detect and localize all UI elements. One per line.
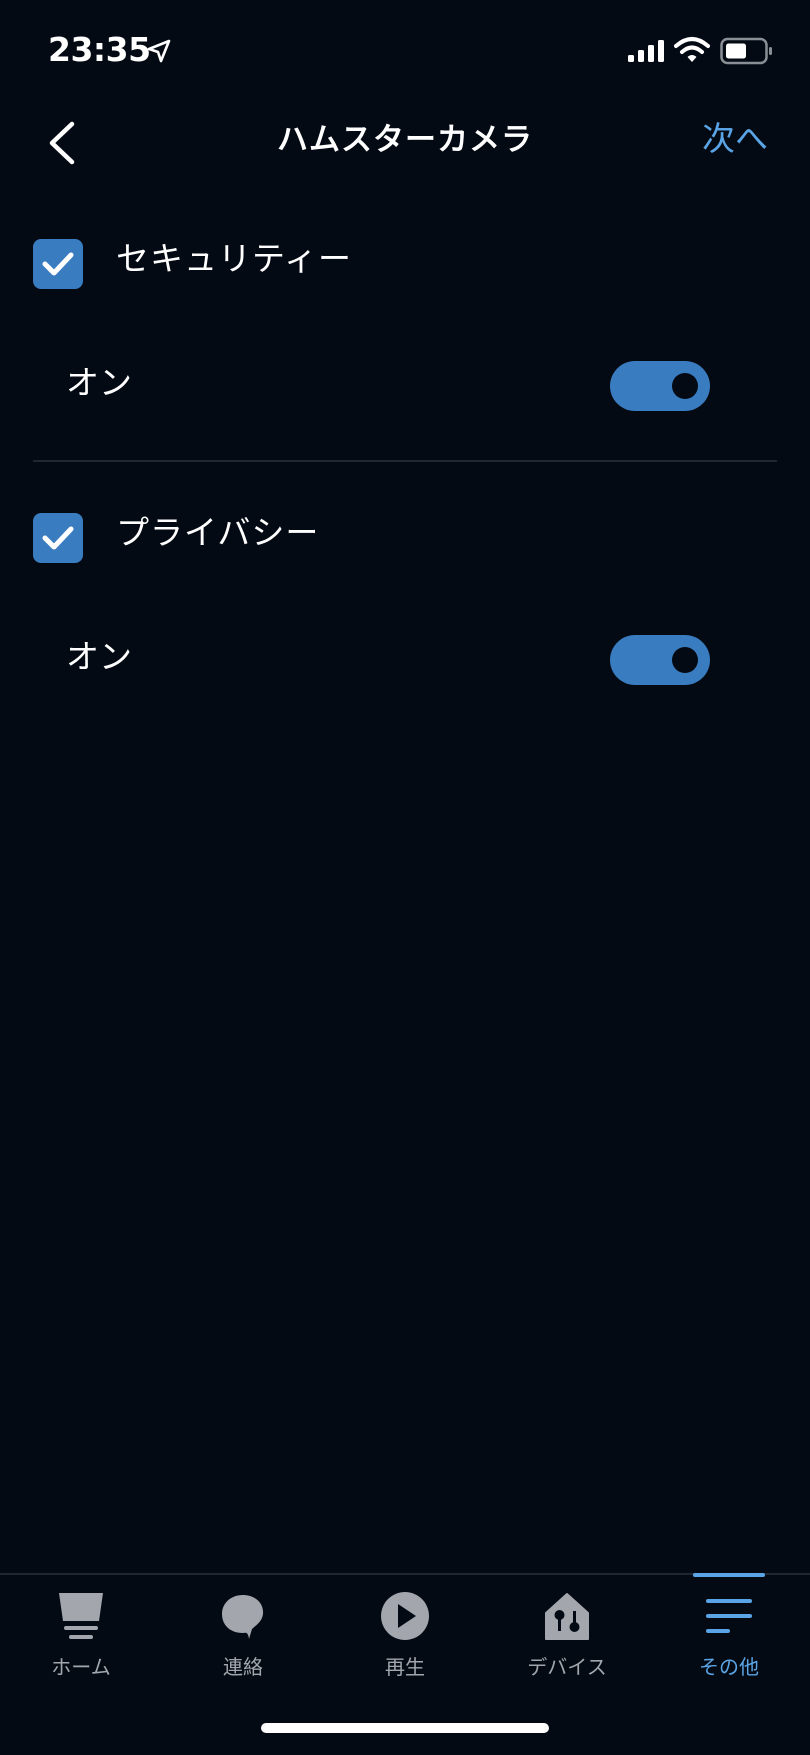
location-arrow-icon (147, 39, 171, 63)
tab-contact[interactable]: 連絡 (162, 1575, 324, 1695)
status-time: 23:35 (48, 30, 151, 69)
security-on-label: オン (66, 363, 132, 402)
tab-home[interactable]: ホーム (0, 1575, 162, 1695)
privacy-toggle[interactable] (610, 635, 710, 685)
toggle-knob (672, 373, 698, 399)
home-icon (59, 1593, 103, 1639)
privacy-title: プライバシー (116, 513, 320, 552)
menu-icon (706, 1599, 752, 1633)
signal-icon (628, 40, 664, 62)
play-icon (381, 1592, 429, 1640)
page-title: ハムスターカメラ (277, 122, 533, 158)
privacy-on-label: オン (66, 637, 132, 676)
chat-bubble-icon (222, 1595, 264, 1639)
tab-label: 再生 (385, 1655, 425, 1679)
status-bar: 23:35 (0, 0, 810, 100)
security-title: セキュリティー (116, 239, 353, 278)
next-button[interactable]: 次へ (702, 112, 768, 160)
devices-icon (545, 1593, 589, 1640)
toggle-knob (672, 647, 698, 673)
back-button[interactable] (40, 118, 90, 168)
tab-label: デバイス (527, 1655, 607, 1679)
checkmark-icon (42, 526, 74, 550)
privacy-checkbox[interactable] (33, 513, 83, 563)
battery-icon (720, 37, 772, 65)
security-checkbox[interactable] (33, 239, 83, 289)
tab-label: その他 (699, 1655, 759, 1679)
tab-devices[interactable]: デバイス (486, 1575, 648, 1695)
section-divider (33, 460, 777, 462)
chevron-left-icon (49, 121, 75, 165)
security-toggle[interactable] (610, 361, 710, 411)
home-indicator (261, 1723, 549, 1733)
tab-more[interactable]: その他 (648, 1575, 810, 1695)
wifi-icon (674, 37, 710, 62)
checkmark-icon (42, 252, 74, 276)
tab-label: ホーム (51, 1655, 111, 1679)
tab-label: 連絡 (223, 1655, 263, 1679)
tab-play[interactable]: 再生 (324, 1575, 486, 1695)
